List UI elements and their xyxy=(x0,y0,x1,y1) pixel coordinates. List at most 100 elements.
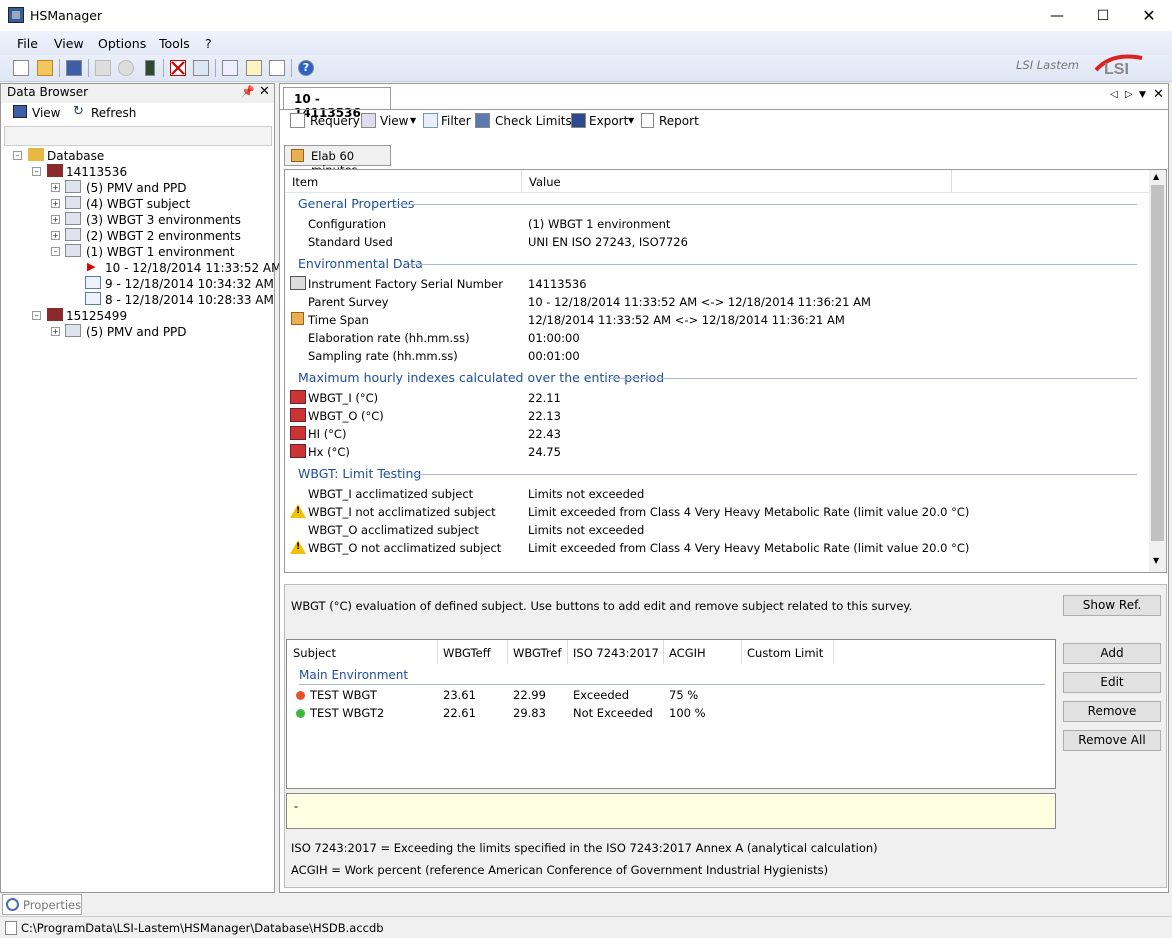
expand-icon[interactable]: + xyxy=(51,183,60,192)
view-icon xyxy=(13,105,27,118)
tree-node[interactable]: (3) WBGT 3 environments xyxy=(86,213,241,227)
open-folder-icon[interactable] xyxy=(37,60,53,76)
filter-bar[interactable] xyxy=(4,126,272,146)
configuration-icon xyxy=(65,244,81,257)
help-icon[interactable]: ? xyxy=(298,60,314,76)
collapse-icon[interactable]: – xyxy=(32,167,41,176)
chevron-down-icon: ▼ xyxy=(628,116,635,125)
document-tab[interactable]: 10 - 14113536 xyxy=(283,87,391,120)
subject-wbgtref: 29.83 xyxy=(513,706,546,720)
add-button[interactable]: Add xyxy=(1063,643,1161,664)
tree-node-selected[interactable]: 10 - 12/18/2014 11:33:52 AM xyxy=(105,261,281,275)
scroll-up-icon[interactable]: ▲ xyxy=(1153,172,1159,181)
check-limits-button[interactable]: Check Limits xyxy=(495,114,572,128)
row-value: 01:00:00 xyxy=(528,331,580,345)
panel-close-icon[interactable]: ✕ xyxy=(259,84,270,99)
section-rule xyxy=(409,264,1137,265)
survey-icon xyxy=(85,292,101,305)
delete-icon[interactable] xyxy=(170,60,186,76)
row-value: UNI EN ISO 27243, ISO7726 xyxy=(528,235,688,249)
device-icon[interactable] xyxy=(145,60,155,76)
menu-view[interactable]: View xyxy=(54,36,84,51)
export-dropdown[interactable]: Export xyxy=(589,114,628,128)
view-dropdown[interactable]: View xyxy=(380,114,408,128)
row-value: Limit exceeded from Class 4 Very Heavy M… xyxy=(528,541,970,555)
chart-icon[interactable] xyxy=(222,60,238,76)
pin-icon[interactable]: 📌 xyxy=(241,85,255,98)
maximize-button[interactable]: ☐ xyxy=(1080,0,1126,31)
tree-node[interactable]: (5) PMV and PPD xyxy=(86,325,187,339)
row-value: 10 - 12/18/2014 11:33:52 AM <-> 12/18/20… xyxy=(528,295,871,309)
document-area: 10 - 14113536 ◁ ▷ ▼ ✕ Requery View ▼ Fil… xyxy=(279,83,1169,893)
row-value: (1) WBGT 1 environment xyxy=(528,217,671,231)
remove-all-button[interactable]: Remove All xyxy=(1063,730,1161,751)
evaluation-description: WBGT (°C) evaluation of defined subject.… xyxy=(291,599,913,613)
page-icon[interactable] xyxy=(269,60,285,76)
tree-node[interactable]: (5) PMV and PPD xyxy=(86,181,187,195)
database-icon[interactable] xyxy=(66,60,82,76)
refresh-button[interactable]: Refresh xyxy=(91,106,136,120)
scroll-right-icon[interactable]: ▷ xyxy=(1125,89,1133,100)
remove-button[interactable]: Remove xyxy=(1063,701,1161,722)
tree-node[interactable]: 8 - 12/18/2014 10:28:33 AM xyxy=(105,293,274,307)
expand-icon[interactable]: + xyxy=(51,199,60,208)
scroll-down-icon[interactable]: ▼ xyxy=(1153,556,1159,565)
tree-node[interactable]: (4) WBGT subject xyxy=(86,197,190,211)
copy-icon[interactable] xyxy=(95,60,111,76)
col-divider xyxy=(663,640,664,664)
properties-tab[interactable]: Properties xyxy=(2,894,82,915)
subtab-elab[interactable]: Elab 60 minutes xyxy=(284,145,391,177)
subject-name[interactable]: TEST WBGT2 xyxy=(310,706,384,720)
grid-icon[interactable] xyxy=(193,60,209,76)
expand-icon[interactable]: + xyxy=(51,215,60,224)
report-button[interactable]: Report xyxy=(659,114,699,128)
menu-tools[interactable]: Tools xyxy=(159,36,190,51)
group-rule xyxy=(299,684,1045,685)
scrollbar-thumb[interactable] xyxy=(1151,185,1164,541)
menu-options[interactable]: Options xyxy=(98,36,146,51)
close-button[interactable]: ✕ xyxy=(1126,0,1172,31)
data-browser-view-button[interactable]: View xyxy=(32,106,60,120)
collapse-icon[interactable]: – xyxy=(51,247,60,256)
export-icon xyxy=(571,113,586,128)
row-item: Standard Used xyxy=(308,235,393,249)
menu-file[interactable]: File xyxy=(17,36,38,51)
tree-root[interactable]: Database xyxy=(47,149,104,163)
col-divider xyxy=(741,640,742,664)
gear-icon[interactable] xyxy=(118,60,134,76)
collapse-icon[interactable]: – xyxy=(13,151,22,160)
section-rule xyxy=(609,378,1137,379)
expand-icon[interactable]: + xyxy=(51,231,60,240)
app-icon xyxy=(8,7,24,23)
tree-node[interactable]: 14113536 xyxy=(66,165,127,179)
subject-name[interactable]: TEST WBGT xyxy=(310,688,377,702)
filter-button[interactable]: Filter xyxy=(441,114,471,128)
tree-node[interactable]: (2) WBGT 2 environments xyxy=(86,229,241,243)
document-close-icon[interactable]: ✕ xyxy=(1153,87,1164,102)
row-value: 22.43 xyxy=(528,427,561,441)
toolbar-separator xyxy=(215,59,216,77)
tree-node[interactable]: 15125499 xyxy=(66,309,127,323)
view-icon xyxy=(361,113,376,128)
edit-button[interactable]: Edit xyxy=(1063,672,1161,693)
show-ref-button[interactable]: Show Ref. xyxy=(1063,595,1161,616)
tree-node[interactable]: 9 - 12/18/2014 10:34:32 AM xyxy=(105,277,274,291)
tree-node[interactable]: (1) WBGT 1 environment xyxy=(86,245,235,259)
tab-menu-icon[interactable]: ▼ xyxy=(1139,90,1146,100)
check-limits-icon xyxy=(475,113,490,128)
note-box: - xyxy=(286,793,1056,829)
new-file-icon[interactable] xyxy=(13,60,29,76)
requery-button[interactable]: Requery xyxy=(310,114,360,128)
subject-wbgtref: 22.99 xyxy=(513,688,546,702)
row-item: Configuration xyxy=(308,217,386,231)
menu-help[interactable]: ? xyxy=(205,36,212,51)
section-rule xyxy=(413,474,1137,475)
minimize-button[interactable]: — xyxy=(1034,0,1080,31)
row-item: Sampling rate (hh.mm.ss) xyxy=(308,349,458,363)
expand-icon[interactable]: + xyxy=(51,327,60,336)
note-icon[interactable] xyxy=(246,60,262,76)
scroll-left-icon[interactable]: ◁ xyxy=(1110,89,1118,100)
scrollbar[interactable]: ▲ ▼ xyxy=(1149,170,1166,572)
collapse-icon[interactable]: – xyxy=(32,311,41,320)
index-icon xyxy=(290,444,306,458)
